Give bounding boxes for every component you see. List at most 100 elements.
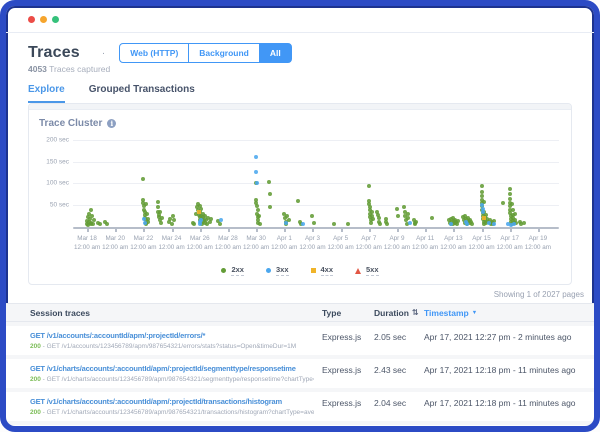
trace-point-2xx[interactable] <box>521 220 526 225</box>
trace-point-2xx[interactable] <box>209 217 214 222</box>
trace-point-3xx[interactable] <box>448 221 453 226</box>
trace-point-3xx[interactable] <box>300 221 305 226</box>
trace-point-3xx[interactable] <box>480 209 485 214</box>
trace-point-2xx[interactable] <box>366 183 371 188</box>
trace-point-2xx[interactable] <box>509 202 514 207</box>
x-tick-mark <box>199 229 202 232</box>
trace-point-2xx[interactable] <box>371 217 376 222</box>
legend-item-3xx[interactable]: 3xx <box>265 265 289 276</box>
column-header-type[interactable]: Type <box>322 308 374 318</box>
trace-point-2xx[interactable] <box>266 180 271 185</box>
trace-point-2xx[interactable] <box>217 221 222 226</box>
trace-point-2xx[interactable] <box>158 209 163 214</box>
column-header-timestamp[interactable]: Timestamp ▼ <box>424 308 594 318</box>
trace-point-3xx[interactable] <box>492 221 497 226</box>
filter-button-all[interactable]: All <box>258 43 292 63</box>
trace-point-2xx[interactable] <box>155 199 160 204</box>
trace-point-3xx[interactable] <box>283 220 288 225</box>
trace-point-3xx[interactable] <box>511 221 516 226</box>
page-header: Traces · Web (HTTP) Background All 4053 Tr… <box>6 33 594 76</box>
trace-cluster-card: Trace Cluster i 50 sec 100 sec 150 sec 200 … <box>28 103 572 285</box>
column-header-duration[interactable]: Duration ⇅ <box>374 308 424 318</box>
trace-point-2xx[interactable] <box>159 220 164 225</box>
info-icon[interactable]: i <box>107 119 117 128</box>
tab-explore[interactable]: Explore <box>28 84 65 103</box>
trace-point-2xx[interactable] <box>97 222 102 227</box>
trace-point-2xx[interactable] <box>146 219 151 224</box>
legend-item-4xx[interactable]: 4xx <box>310 265 334 276</box>
trace-point-2xx[interactable] <box>345 221 350 226</box>
legend-label: 3xx <box>275 265 289 276</box>
trace-point-4xx[interactable] <box>197 209 202 214</box>
trace-point-2xx[interactable] <box>172 218 177 223</box>
maximize-icon[interactable] <box>52 15 59 23</box>
table-row[interactable]: GET /v1/charts/accounts/:accountId/apm/:… <box>6 392 594 421</box>
trace-point-2xx[interactable] <box>378 221 383 226</box>
trace-point-2xx[interactable] <box>257 222 262 227</box>
3xx-marker-icon <box>265 268 271 273</box>
sort-icon[interactable]: ⇅ <box>412 308 419 317</box>
trace-point-2xx[interactable] <box>89 207 94 212</box>
trace-point-2xx[interactable] <box>385 221 390 226</box>
trace-point-2xx[interactable] <box>256 207 261 212</box>
table-row[interactable]: GET /v1/accounts/:accountId/apm/:project… <box>6 326 594 355</box>
trace-point-2xx[interactable] <box>500 201 505 205</box>
trace-point-2xx[interactable] <box>192 222 197 227</box>
trace-point-2xx[interactable] <box>368 220 373 225</box>
tab-grouped-transactions[interactable]: Grouped Transactions <box>89 84 195 103</box>
type-cell: Express.js <box>322 365 362 375</box>
trace-point-3xx[interactable] <box>465 222 470 227</box>
status-badge: 200 <box>30 409 41 416</box>
column-label: Duration <box>374 307 409 318</box>
trace-point-3xx[interactable] <box>199 218 204 223</box>
trace-point-2xx[interactable] <box>296 198 301 203</box>
trace-point-3xx[interactable] <box>218 218 223 223</box>
trace-point-2xx[interactable] <box>512 211 517 216</box>
trace-point-2xx[interactable] <box>469 222 474 227</box>
column-header-session-traces[interactable]: Session traces <box>30 308 322 318</box>
trace-point-3xx[interactable] <box>142 220 147 225</box>
trace-point-2xx[interactable] <box>104 221 109 226</box>
trace-point-2xx[interactable] <box>479 183 484 188</box>
filter-button-web-http[interactable]: Web (HTTP) <box>119 43 190 63</box>
trace-point-2xx[interactable] <box>141 177 146 181</box>
trace-point-2xx[interactable] <box>311 220 316 225</box>
trace-point-3xx[interactable] <box>486 220 491 225</box>
trace-point-3xx[interactable] <box>254 181 259 186</box>
trace-point-2xx[interactable] <box>268 192 273 197</box>
x-tick-mark <box>171 229 174 232</box>
trace-point-3xx[interactable] <box>407 220 412 225</box>
trace-point-2xx[interactable] <box>256 214 261 219</box>
trace-point-4xx[interactable] <box>481 216 486 221</box>
trace-point-2xx[interactable] <box>414 219 419 224</box>
trace-point-2xx[interactable] <box>331 222 336 227</box>
browser-window: Traces · Web (HTTP) Background All 4053 Tr… <box>0 0 600 432</box>
status-badge: 200 <box>30 376 41 383</box>
trace-point-2xx[interactable] <box>268 205 273 210</box>
trace-point-2xx[interactable] <box>159 216 164 221</box>
trace-point-2xx[interactable] <box>144 202 149 207</box>
legend-item-5xx[interactable]: 5xx <box>355 265 379 276</box>
close-icon[interactable] <box>28 15 35 23</box>
trace-point-2xx[interactable] <box>310 214 315 219</box>
plot-area <box>73 131 559 227</box>
trace-point-2xx[interactable] <box>144 211 149 216</box>
table-row[interactable]: GET /v1/accounts/:accountId/apm/:project… <box>6 425 594 426</box>
trace-point-3xx[interactable] <box>254 170 259 175</box>
trace-link[interactable]: GET /v1/accounts/:accountId/apm/:project… <box>30 331 314 340</box>
filter-button-background[interactable]: Background <box>188 43 260 63</box>
table-row[interactable]: GET /v1/charts/accounts/:accountId/apm/:… <box>6 359 594 388</box>
duration-cell: 2.43 sec <box>374 365 407 375</box>
trace-point-2xx[interactable] <box>455 219 460 224</box>
legend-item-2xx[interactable]: 2xx <box>221 265 244 276</box>
trace-point-2xx[interactable] <box>396 213 401 218</box>
trace-cell: GET /v1/accounts/:accountId/apm/:project… <box>30 331 322 350</box>
trace-point-2xx[interactable] <box>395 206 399 211</box>
trace-link[interactable]: GET /v1/charts/accounts/:accountId/apm/:… <box>30 397 314 406</box>
minimize-icon[interactable] <box>40 15 47 23</box>
trace-point-3xx[interactable] <box>254 155 259 160</box>
trace-link[interactable]: GET /v1/charts/accounts/:accountId/apm/:… <box>30 364 314 373</box>
trace-point-2xx[interactable] <box>430 216 435 221</box>
trace-point-2xx[interactable] <box>507 186 512 191</box>
x-tick-mark <box>227 229 230 232</box>
